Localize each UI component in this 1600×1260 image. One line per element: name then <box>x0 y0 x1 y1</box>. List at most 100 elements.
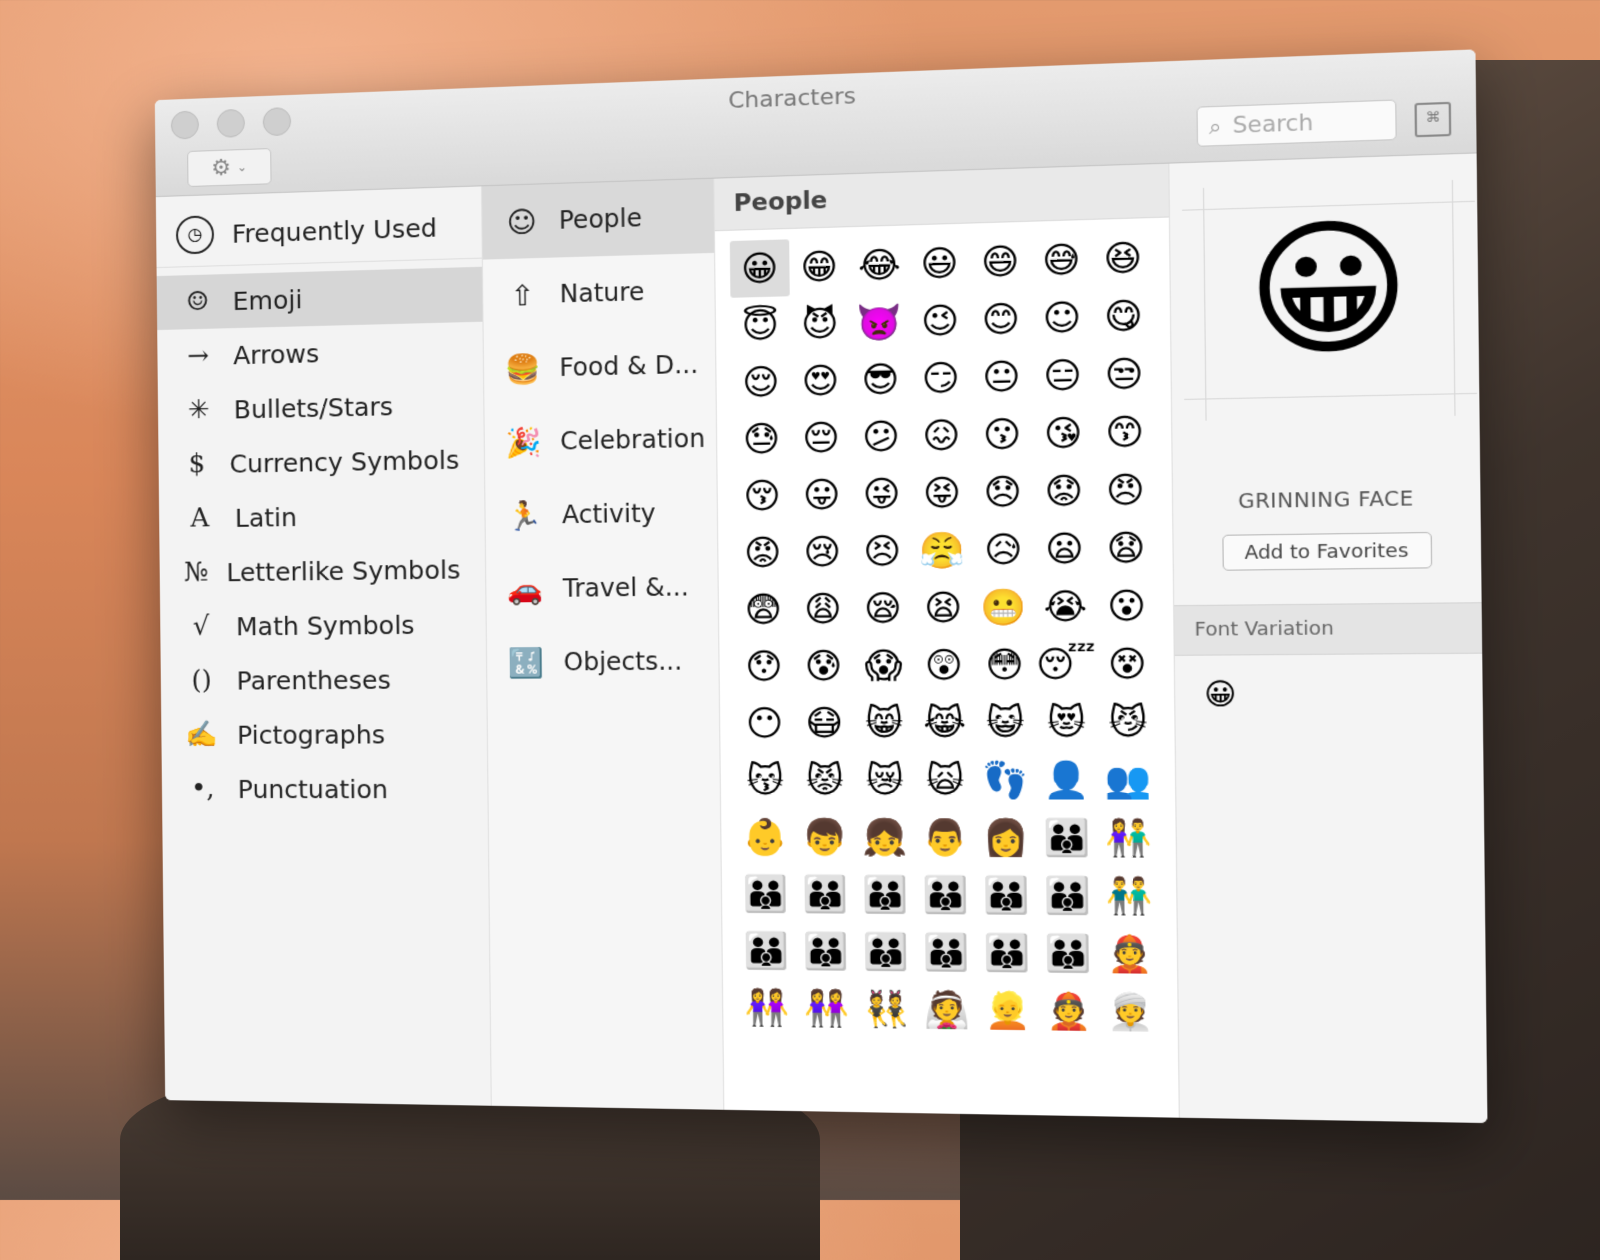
category-emoji[interactable]: ☺ Emoji <box>156 266 483 331</box>
emoji-cell[interactable]: 😴 <box>1035 635 1097 693</box>
category-letterlike-symbols[interactable]: № Letterlike Symbols <box>159 542 485 600</box>
emoji-cell[interactable]: 😨 <box>733 581 793 638</box>
emoji-cell[interactable]: 👿 <box>850 293 911 352</box>
emoji-cell[interactable]: 👲 <box>1039 982 1101 1041</box>
emoji-cell[interactable]: 😷 <box>794 694 854 751</box>
category-frequently-used[interactable]: ◷ Frequently Used <box>155 194 482 269</box>
font-variation-glyph[interactable]: 😀 <box>1204 677 1237 712</box>
emoji-cell[interactable]: 😛 <box>792 466 852 524</box>
emoji-cell[interactable]: 👪 <box>976 866 1038 924</box>
keyboard-viewer-button[interactable]: ⌘ <box>1414 101 1452 138</box>
category-math-symbols[interactable]: √ Math Symbols <box>160 597 486 654</box>
emoji-cell[interactable]: 😈 <box>790 295 850 354</box>
emoji-cell[interactable]: 😐 <box>971 348 1033 407</box>
emoji-cell[interactable]: 😧 <box>1095 519 1157 578</box>
emoji-cell[interactable]: ☺ <box>1031 288 1093 347</box>
emoji-cell[interactable]: 😁 <box>789 238 849 297</box>
emoji-cell[interactable]: 😔 <box>791 409 851 467</box>
emoji-cell[interactable]: 😮 <box>1096 577 1158 636</box>
emoji-cell[interactable]: 😟 <box>1033 462 1095 521</box>
emoji-cell[interactable]: 😺 <box>975 694 1037 752</box>
emoji-cell[interactable]: 😫 <box>913 579 974 637</box>
emoji-cell[interactable]: 😆 <box>1092 229 1154 289</box>
emoji-cell[interactable]: 👯 <box>857 980 918 1038</box>
emoji-cell[interactable]: 😬 <box>973 578 1035 636</box>
emoji-cell[interactable]: 😞 <box>972 463 1034 522</box>
emoji-cell[interactable]: 😒 <box>1093 345 1155 404</box>
emoji-cell[interactable]: 👪 <box>916 866 977 924</box>
emoji-cell[interactable]: 😼 <box>1097 693 1159 751</box>
category-bullets-stars[interactable]: ✳ Bullets/Stars <box>158 377 484 438</box>
emoji-cell[interactable]: 😙 <box>1094 403 1156 462</box>
subcategory-people[interactable]: ☺ People <box>482 178 715 260</box>
emoji-cell[interactable]: 😏 <box>910 349 971 408</box>
category-parentheses[interactable]: () Parentheses <box>161 652 487 708</box>
emoji-cell[interactable]: 😓 <box>732 410 792 468</box>
emoji-cell[interactable]: 👬 <box>1099 867 1161 925</box>
emoji-cell[interactable]: 😋 <box>1092 287 1154 346</box>
emoji-cell[interactable]: 😰 <box>793 637 853 694</box>
emoji-cell[interactable]: 😦 <box>1034 520 1096 579</box>
emoji-cell[interactable]: 😥 <box>973 521 1035 579</box>
emoji-cell[interactable]: 😉 <box>910 291 971 350</box>
emoji-cell[interactable]: 👳 <box>1100 983 1162 1042</box>
emoji-cell[interactable]: 👫 <box>1098 809 1160 867</box>
emoji-cell[interactable]: 😚 <box>732 467 792 525</box>
emoji-cell[interactable]: 👥 <box>1097 751 1159 809</box>
search-field[interactable]: ⌕ <box>1196 99 1397 147</box>
emoji-cell[interactable]: 👶 <box>736 809 796 866</box>
subcategory-objects[interactable]: 🔣 Objects... <box>487 624 719 699</box>
emoji-cell[interactable]: 👨 <box>915 809 976 867</box>
action-menu-button[interactable]: ⚙ ⌄ <box>187 148 272 188</box>
emoji-cell[interactable]: 😇 <box>730 296 790 354</box>
emoji-cell[interactable]: 🙀 <box>915 751 976 809</box>
emoji-cell[interactable]: 😡 <box>733 524 793 582</box>
category-latin[interactable]: A Latin <box>159 487 485 546</box>
category-arrows[interactable]: → Arrows <box>157 322 483 384</box>
emoji-cell[interactable]: 😗 <box>971 405 1033 464</box>
emoji-cell[interactable]: 😎 <box>850 350 911 409</box>
emoji-cell[interactable]: 👭 <box>797 980 857 1038</box>
emoji-cell[interactable]: 👪 <box>977 924 1039 982</box>
emoji-cell[interactable]: 👪 <box>736 865 796 922</box>
emoji-cell[interactable]: 👪 <box>1037 867 1099 925</box>
emoji-cell[interactable]: 😅 <box>1030 230 1092 289</box>
emoji-cell[interactable]: 😻 <box>1035 693 1097 751</box>
emoji-cell[interactable]: 😩 <box>793 580 853 638</box>
emoji-cell[interactable]: 👤 <box>1036 751 1098 809</box>
emoji-cell[interactable]: 😃 <box>909 234 970 293</box>
subcategory-nature[interactable]: ⇧ Nature <box>483 253 715 333</box>
emoji-cell[interactable]: 😊 <box>970 290 1032 349</box>
emoji-cell[interactable]: 😄 <box>970 232 1032 291</box>
emoji-cell[interactable]: 😪 <box>853 580 914 638</box>
emoji-cell[interactable]: 😲 <box>913 636 974 694</box>
emoji-cell[interactable]: 😕 <box>851 408 912 466</box>
emoji-cell[interactable]: 😌 <box>731 353 791 411</box>
emoji-cell[interactable]: 😀 <box>729 239 790 298</box>
category-pictographs[interactable]: ✍ Pictographs <box>161 707 487 762</box>
emoji-cell[interactable]: 😣 <box>852 522 913 580</box>
emoji-cell[interactable]: 😝 <box>912 464 973 522</box>
category-punctuation[interactable]: •, Punctuation <box>162 762 488 817</box>
emoji-cell[interactable]: 😵 <box>1096 635 1158 693</box>
emoji-cell[interactable]: 👪 <box>856 923 917 981</box>
emoji-cell[interactable]: 😂 <box>849 236 910 295</box>
emoji-cell[interactable]: 👪 <box>797 923 857 981</box>
add-to-favorites-button[interactable]: Add to Favorites <box>1221 531 1432 571</box>
subcategory-celebration[interactable]: 🎉 Celebration <box>484 401 716 479</box>
emoji-cell[interactable]: 😑 <box>1032 346 1094 405</box>
subcategory-travel[interactable]: 🚗 Travel &... <box>486 550 718 626</box>
emoji-cell[interactable]: 👪 <box>1037 809 1099 867</box>
emoji-cell[interactable]: 😠 <box>1094 461 1156 520</box>
emoji-cell[interactable]: 😾 <box>795 752 855 809</box>
emoji-cell[interactable]: 👪 <box>1038 924 1100 982</box>
emoji-cell[interactable]: 👪 <box>796 866 856 923</box>
emoji-cell[interactable]: 👦 <box>795 809 855 866</box>
emoji-cell[interactable]: 😯 <box>734 638 794 695</box>
emoji-cell[interactable]: 😘 <box>1032 404 1094 463</box>
subcategory-activity[interactable]: 🏃 Activity <box>485 476 717 553</box>
emoji-cell[interactable]: 👱 <box>978 981 1040 1039</box>
emoji-cell[interactable]: 😽 <box>735 752 795 809</box>
emoji-cell[interactable]: 😸 <box>854 694 915 751</box>
emoji-cell[interactable]: 👣 <box>975 751 1037 809</box>
